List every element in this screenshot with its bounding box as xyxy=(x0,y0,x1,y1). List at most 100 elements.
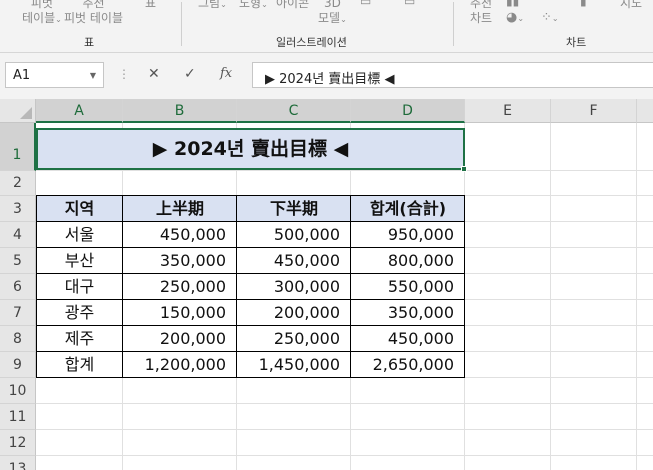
row-header-4[interactable]: 4 xyxy=(0,222,36,248)
group-label-table: 표 xyxy=(84,36,95,49)
cell-second-half[interactable]: 250,000 xyxy=(237,326,351,352)
pivot-table-label-2: 테이블 xyxy=(22,11,56,25)
shapes-button[interactable]: 도형⌄ xyxy=(239,0,268,12)
cell-first-half[interactable]: 150,000 xyxy=(123,300,237,326)
recommended-charts-button[interactable]: 추천 차트 xyxy=(470,0,492,26)
table-border xyxy=(36,299,465,300)
cancel-icon[interactable]: ✕ xyxy=(148,66,160,82)
ribbon-separator xyxy=(453,2,454,46)
gridline xyxy=(636,123,637,470)
gridline xyxy=(36,429,653,430)
combo-chart-icon[interactable]: ▮ xyxy=(580,0,587,8)
pivot-table-label-1: 피벗 xyxy=(30,0,53,10)
title-cell[interactable]: ▶ 2024년 賣出目標 ◀ xyxy=(36,128,465,170)
recommended-charts-label-1: 추천 xyxy=(470,0,493,10)
ribbon-separator xyxy=(181,2,182,46)
cell-region[interactable]: 서울 xyxy=(36,222,123,248)
table-border xyxy=(36,195,465,196)
cell-second-half[interactable]: 1,450,000 xyxy=(237,352,351,378)
recommended-pivot-label-2: 피벗 테이블 xyxy=(64,11,124,25)
gridline xyxy=(36,403,653,404)
chevron-down-icon: ⌄ xyxy=(55,15,62,24)
table-border xyxy=(122,195,123,378)
cell-total[interactable]: 450,000 xyxy=(351,326,465,352)
name-box[interactable]: A1 ▼ xyxy=(5,62,104,88)
column-header-e[interactable]: E xyxy=(465,99,551,123)
cell-region[interactable]: 광주 xyxy=(36,300,123,326)
row-header-6[interactable]: 6 xyxy=(0,274,36,300)
row-header-13[interactable]: 13 xyxy=(0,456,36,470)
3d-models-label-1: 3D xyxy=(323,0,341,10)
screenshot-icon[interactable]: ▭ xyxy=(404,0,415,8)
picture-button[interactable]: 그림⌄ xyxy=(198,0,227,12)
recommended-pivot-button[interactable]: 추천 피벗 테이블 xyxy=(64,0,123,26)
cell-total[interactable]: 2,650,000 xyxy=(351,352,465,378)
cell-region[interactable]: 대구 xyxy=(36,274,123,300)
cell-first-half[interactable]: 250,000 xyxy=(123,274,237,300)
maps-button[interactable]: 지도 xyxy=(620,0,642,11)
row-header-3[interactable]: 3 xyxy=(0,196,36,222)
cell-total[interactable]: 350,000 xyxy=(351,300,465,326)
row-header-5[interactable]: 5 xyxy=(0,248,36,274)
formula-text: ▶ 2024년 賣出目標 ◀ xyxy=(265,72,395,87)
table-border xyxy=(350,195,351,378)
group-label-charts: 차트 xyxy=(566,36,587,49)
column-header-a[interactable]: A xyxy=(36,99,123,123)
column-header-c[interactable]: C xyxy=(237,99,351,123)
table-border xyxy=(36,351,465,352)
cell-first-half[interactable]: 350,000 xyxy=(123,248,237,274)
row-header-11[interactable]: 11 xyxy=(0,404,36,430)
select-all-button[interactable] xyxy=(0,99,36,123)
formula-buttons: ✕ ✓ fx xyxy=(136,62,246,88)
table-border xyxy=(36,377,465,378)
icons-button[interactable]: 아이콘 xyxy=(276,0,309,11)
row-header-9[interactable]: 9 xyxy=(0,352,36,378)
row-header-12[interactable]: 12 xyxy=(0,430,36,456)
pivot-table-button[interactable]: 피벗 테이블⌄ xyxy=(22,0,62,27)
cell-second-half[interactable]: 300,000 xyxy=(237,274,351,300)
chevron-down-icon: ⌄ xyxy=(220,0,227,9)
dropdown-arrow-icon[interactable]: ▼ xyxy=(90,71,96,80)
cell-second-half[interactable]: 450,000 xyxy=(237,248,351,274)
smartart-icon[interactable]: ▭ xyxy=(360,0,371,8)
insert-function-icon[interactable]: fx xyxy=(220,66,232,81)
shapes-label: 도형 xyxy=(239,0,262,10)
enter-check-icon[interactable]: ✓ xyxy=(184,66,196,82)
3d-models-button[interactable]: 3D 모델⌄ xyxy=(318,0,347,27)
cell-region[interactable]: 합계 xyxy=(36,352,123,378)
worksheet-grid[interactable]: A B C D E F 1 2 3 4 5 6 7 8 9 10 11 12 1… xyxy=(0,99,653,470)
header-cell-second-half[interactable]: 下半期 xyxy=(237,196,351,222)
cell-region[interactable]: 부산 xyxy=(36,248,123,274)
column-header-d[interactable]: D xyxy=(351,99,465,123)
header-cell-total[interactable]: 합계(合計) xyxy=(351,196,465,222)
column-header-f[interactable]: F xyxy=(551,99,637,123)
cell-first-half[interactable]: 200,000 xyxy=(123,326,237,352)
pie-chart-icon[interactable]: ◕⌄ xyxy=(506,10,524,25)
table-button[interactable]: 표 xyxy=(145,0,156,11)
table-border xyxy=(36,247,465,248)
row-header-10[interactable]: 10 xyxy=(0,378,36,404)
row-header-2[interactable]: 2 xyxy=(0,171,36,196)
cell-region[interactable]: 제주 xyxy=(36,326,123,352)
formula-input[interactable]: ▶ 2024년 賣出目標 ◀ xyxy=(252,62,653,88)
bar-chart-icon[interactable]: ▮▮ xyxy=(506,0,519,8)
header-cell-first-half[interactable]: 上半期 xyxy=(123,196,237,222)
cell-first-half[interactable]: 450,000 xyxy=(123,222,237,248)
table-border xyxy=(36,325,465,326)
cell-total[interactable]: 800,000 xyxy=(351,248,465,274)
row-header-8[interactable]: 8 xyxy=(0,326,36,352)
column-header-g[interactable] xyxy=(637,99,653,123)
cell-total[interactable]: 950,000 xyxy=(351,222,465,248)
scatter-chart-icon[interactable]: ⁘⌄ xyxy=(541,10,559,25)
header-cell-region[interactable]: 지역 xyxy=(36,196,123,222)
cell-total[interactable]: 550,000 xyxy=(351,274,465,300)
splitter-dots-icon[interactable]: ⋮ xyxy=(118,67,130,81)
cell-second-half[interactable]: 500,000 xyxy=(237,222,351,248)
fill-handle[interactable] xyxy=(461,166,467,172)
row-header-1[interactable]: 1 xyxy=(0,123,36,171)
row-header-7[interactable]: 7 xyxy=(0,300,36,326)
cell-first-half[interactable]: 1,200,000 xyxy=(123,352,237,378)
column-header-b[interactable]: B xyxy=(123,99,237,123)
formula-bar: A1 ▼ ⋮ ✕ ✓ fx ▶ 2024년 賣出目標 ◀ xyxy=(0,53,653,99)
cell-second-half[interactable]: 200,000 xyxy=(237,300,351,326)
